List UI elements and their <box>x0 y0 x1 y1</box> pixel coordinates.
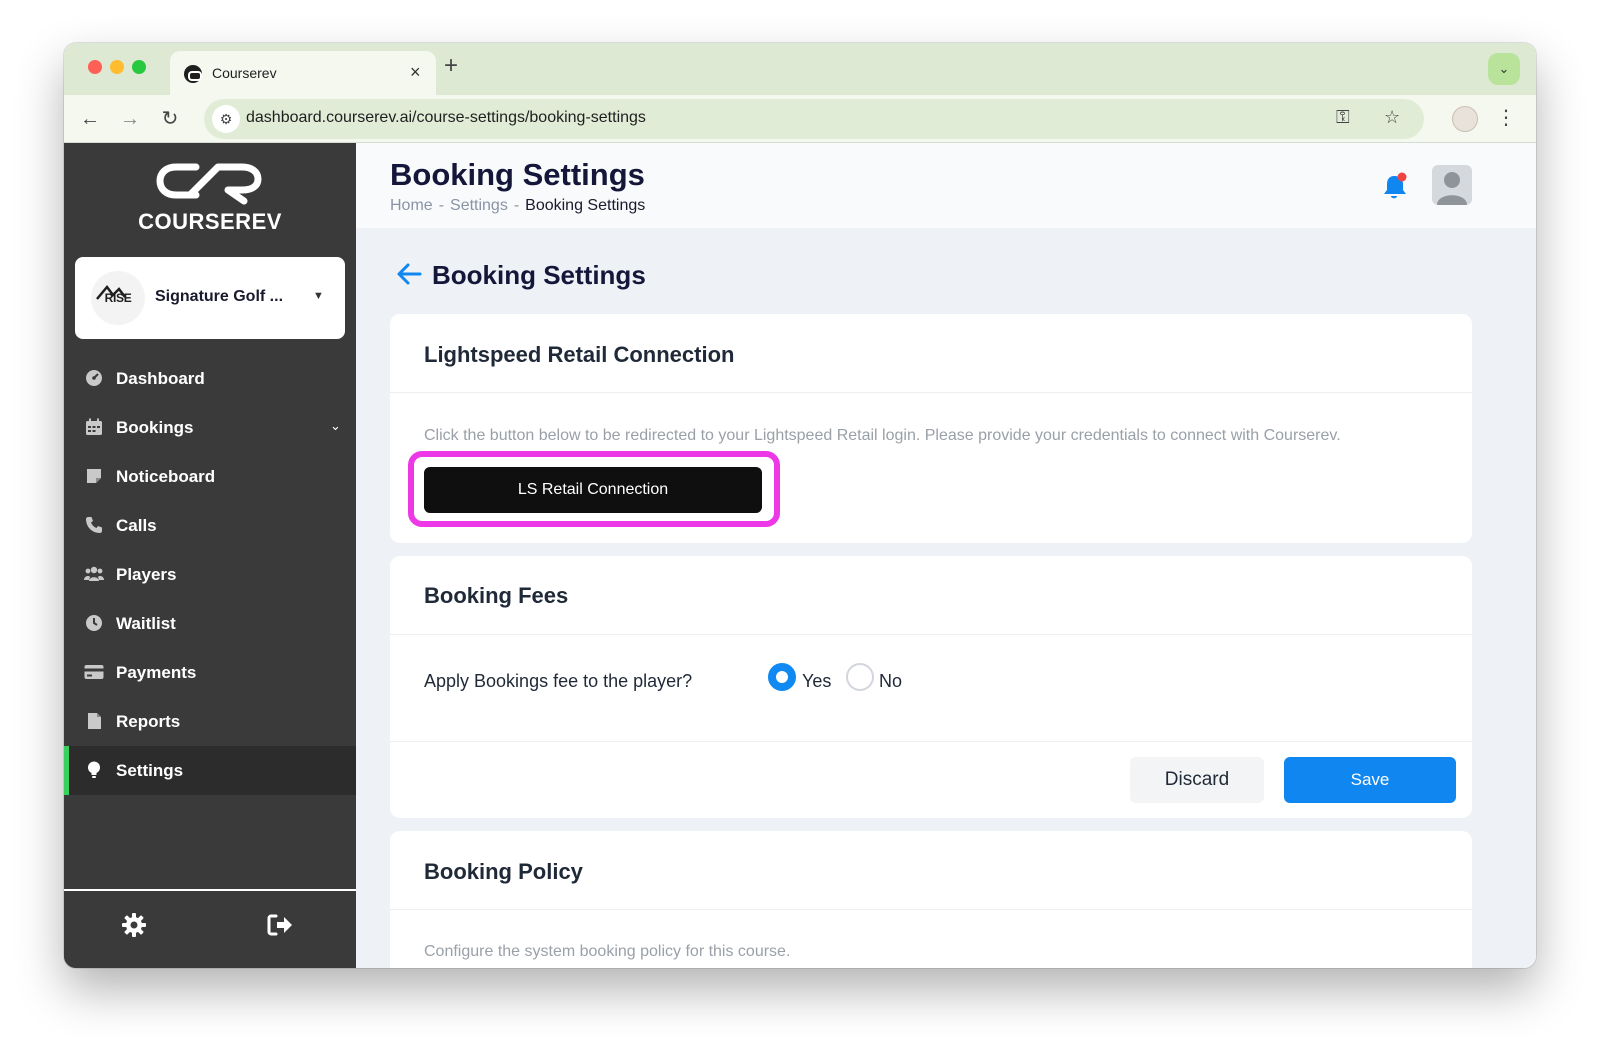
org-name: Signature Golf ... <box>155 288 284 305</box>
address-bar[interactable]: ⚙ dashboard.courserev.ai/course-settings… <box>204 99 1424 139</box>
breadcrumb-current: Booking Settings <box>525 197 646 214</box>
sidebar-item-label: Players <box>116 565 177 584</box>
main-content: Booking Settings Home - Settings - Booking S… <box>356 143 1536 968</box>
dashboard-icon <box>84 368 104 388</box>
user-avatar[interactable] <box>1432 165 1472 205</box>
sidebar-item-label: Bookings <box>116 418 194 437</box>
sidebar-item-reports[interactable]: Reports <box>64 697 356 746</box>
discard-button[interactable]: Discard <box>1130 757 1264 803</box>
back-arrow-icon[interactable] <box>396 261 422 287</box>
tab-close-icon[interactable]: × <box>410 61 421 83</box>
sidebar-item-payments[interactable]: Payments <box>64 648 356 697</box>
radio-no[interactable] <box>846 663 874 691</box>
sidebar-item-label: Settings <box>116 761 184 780</box>
calendar-icon <box>84 417 104 437</box>
sidebar-item-label: Reports <box>116 712 181 731</box>
brand-name: COURSEREV <box>138 209 282 234</box>
section-title: Booking Settings <box>432 260 646 290</box>
sidebar-item-dashboard[interactable]: Dashboard <box>64 354 356 403</box>
back-button[interactable]: ← <box>76 105 104 133</box>
tab-title: Courserev <box>212 65 277 81</box>
courserev-logo[interactable]: COURSEREV <box>64 159 356 239</box>
org-logo-text: RISE <box>104 291 132 305</box>
browser-menu-icon[interactable]: ⋮ <box>1496 105 1516 130</box>
divider <box>390 741 1472 742</box>
sidebar-item-calls[interactable]: Calls <box>64 501 356 550</box>
logout-icon[interactable] <box>264 909 296 941</box>
phone-icon <box>84 515 104 535</box>
org-logo: RISE <box>91 271 145 325</box>
courserev-favicon-icon <box>184 65 202 83</box>
profile-avatar[interactable] <box>1452 106 1478 132</box>
divider <box>390 909 1472 910</box>
divider <box>390 392 1472 393</box>
minimize-window-button[interactable] <box>110 60 124 74</box>
sidebar-item-settings[interactable]: Settings <box>64 746 356 795</box>
credit-card-icon <box>84 662 104 682</box>
breadcrumb: Home - Settings - Booking Settings <box>390 197 645 215</box>
caret-down-icon: ▼ <box>313 290 324 302</box>
sidebar-item-noticeboard[interactable]: Noticeboard <box>64 452 356 501</box>
card-title: Booking Policy <box>424 859 583 884</box>
sidebar-item-label: Dashboard <box>116 369 205 388</box>
sidebar-item-label: Calls <box>116 516 157 535</box>
radio-yes-label[interactable]: Yes <box>802 671 831 692</box>
booking-policy-card: Booking Policy Configure the system book… <box>390 831 1472 968</box>
breadcrumb-separator: - <box>513 197 520 214</box>
page-header: Booking Settings Home - Settings - Booking S… <box>356 143 1536 228</box>
users-icon <box>84 564 104 584</box>
breadcrumb-separator: - <box>438 197 445 214</box>
close-window-button[interactable] <box>88 60 102 74</box>
card-title: Lightspeed Retail Connection <box>424 342 735 367</box>
lightbulb-icon <box>84 760 104 780</box>
reload-button[interactable]: ↻ <box>156 105 184 133</box>
file-icon <box>84 711 104 731</box>
sidebar-footer <box>64 889 356 968</box>
sidebar-item-label: Waitlist <box>116 614 176 633</box>
courserev-logo-icon <box>156 163 262 205</box>
breadcrumb-home[interactable]: Home <box>390 197 433 214</box>
booking-fee-question: Apply Bookings fee to the player? <box>424 671 693 691</box>
booking-policy-description: Configure the system booking policy for … <box>424 943 791 960</box>
browser-tab-strip: Courserev × + ⌄ <box>64 43 1536 95</box>
radio-yes[interactable] <box>768 663 796 691</box>
lightspeed-description: Click the button below to be redirected … <box>424 427 1341 444</box>
breadcrumb-settings[interactable]: Settings <box>450 197 508 214</box>
ls-retail-connection-button[interactable]: LS Retail Connection <box>424 467 762 513</box>
booking-fees-card: Booking Fees Apply Bookings fee to the p… <box>390 556 1472 818</box>
new-tab-button[interactable]: + <box>444 53 458 79</box>
lightspeed-card: Lightspeed Retail Connection Click the b… <box>390 314 1472 543</box>
save-button[interactable]: Save <box>1284 757 1456 803</box>
sidebar-item-label: Noticeboard <box>116 467 216 486</box>
site-info-icon[interactable]: ⚙ <box>212 105 240 133</box>
divider <box>390 634 1472 635</box>
clock-icon <box>84 613 104 633</box>
browser-tab[interactable]: Courserev × <box>170 51 436 95</box>
bookmark-star-icon[interactable]: ☆ <box>1384 107 1400 128</box>
page-title: Booking Settings <box>390 157 645 192</box>
gear-icon[interactable] <box>118 909 150 941</box>
tab-search-button[interactable]: ⌄ <box>1488 53 1520 85</box>
card-title: Booking Fees <box>424 583 569 608</box>
sidebar-item-players[interactable]: Players <box>64 550 356 599</box>
chevron-down-icon[interactable]: ⌄ <box>330 418 341 434</box>
browser-toolbar: ← → ↻ ⚙ dashboard.courserev.ai/course-se… <box>64 95 1536 143</box>
sidebar-item-waitlist[interactable]: Waitlist <box>64 599 356 648</box>
organization-selector[interactable]: RISE Signature Golf ... ▼ <box>75 257 345 339</box>
forward-button[interactable]: → <box>116 105 144 133</box>
sidebar-item-label: Payments <box>116 663 197 682</box>
sidebar: COURSEREV RISE Signature Golf ... ▼ Dash… <box>64 143 356 968</box>
note-icon <box>84 466 104 486</box>
sidebar-nav: Dashboard Bookings ⌄ Noticeboard Calls P… <box>64 354 356 795</box>
radio-no-label[interactable]: No <box>879 671 902 692</box>
sidebar-item-bookings[interactable]: Bookings ⌄ <box>64 403 356 452</box>
browser-window: Courserev × + ⌄ ← → ↻ ⚙ dashboard.course… <box>64 43 1536 968</box>
password-key-icon[interactable]: ⚿ <box>1336 107 1350 128</box>
url-text[interactable]: dashboard.courserev.ai/course-settings/b… <box>246 109 646 127</box>
maximize-window-button[interactable] <box>132 60 146 74</box>
notification-bell-icon[interactable] <box>1382 171 1410 201</box>
